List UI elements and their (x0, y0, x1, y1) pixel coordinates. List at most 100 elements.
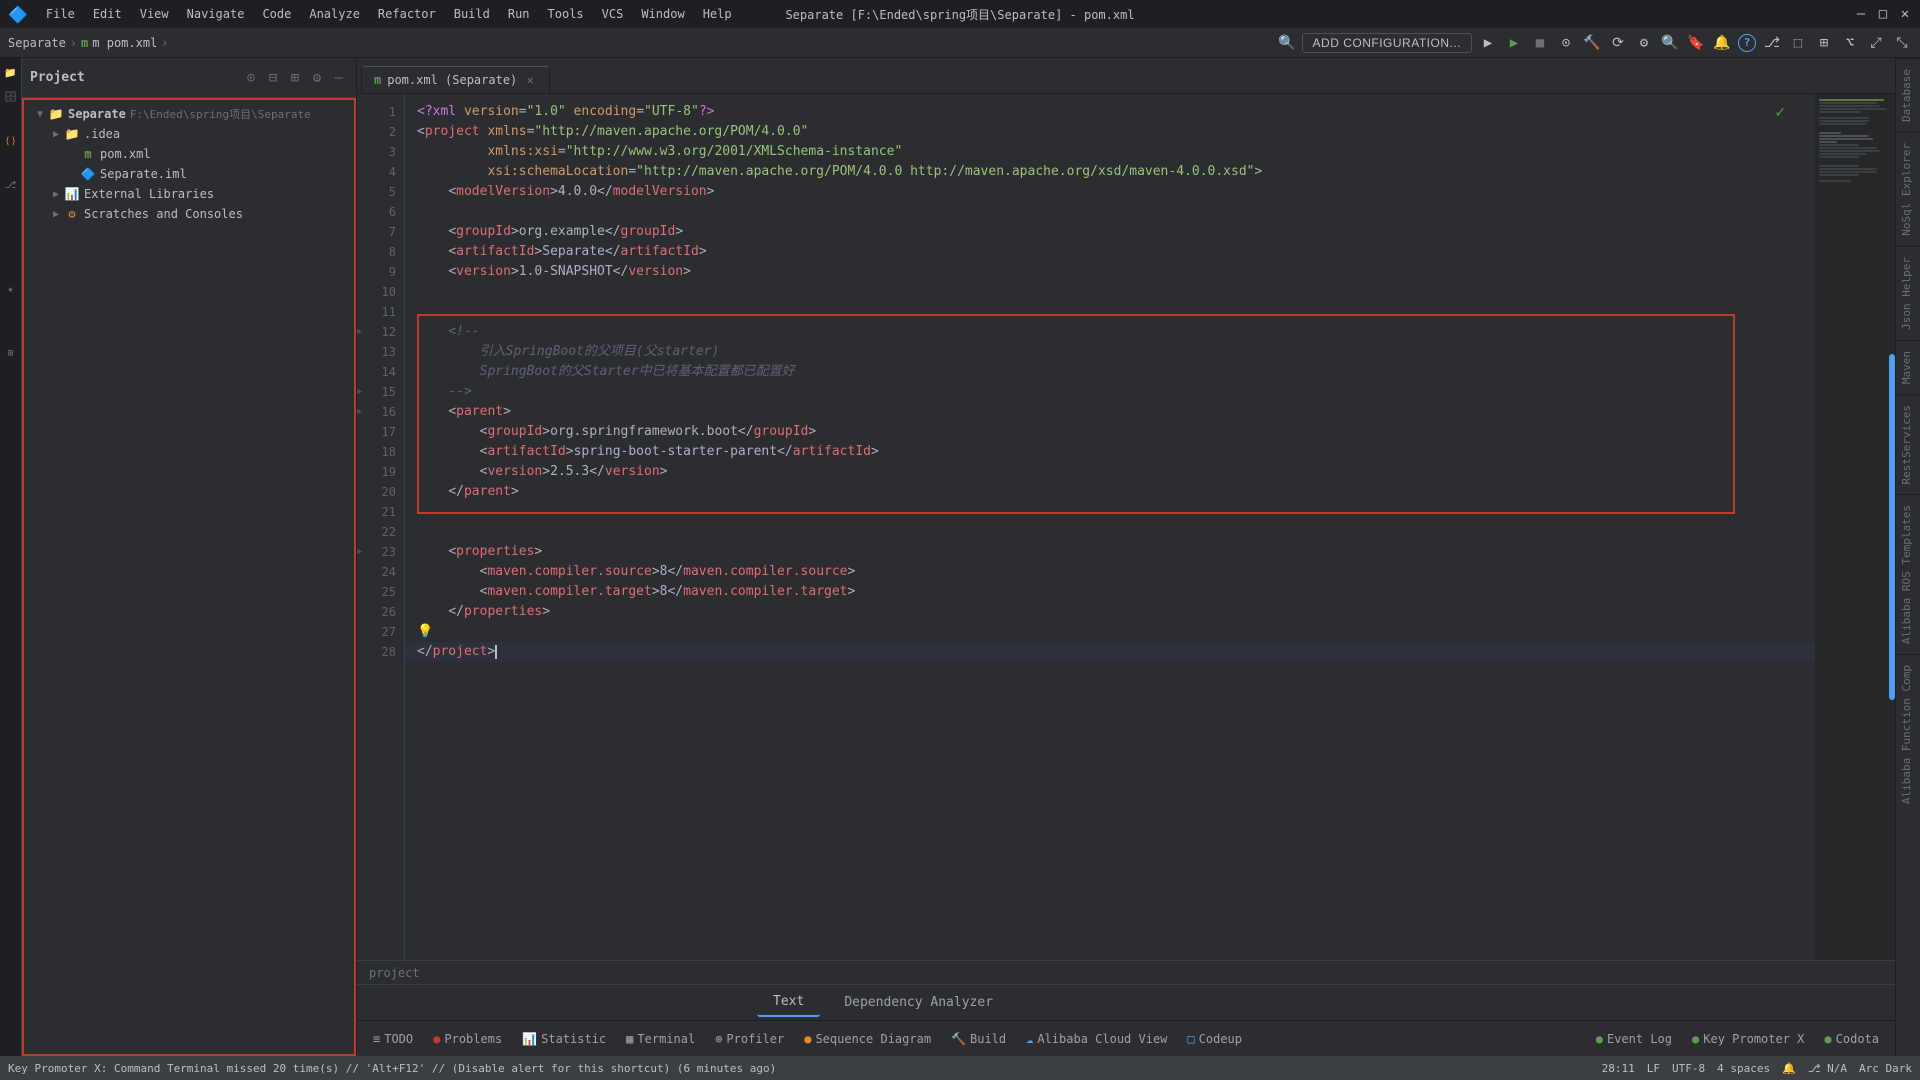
layout-icon[interactable]: ⊞ (1814, 33, 1834, 53)
coverage-icon[interactable]: ⊙ (1556, 33, 1576, 53)
codeup-tool[interactable]: □ Codeup (1179, 1029, 1250, 1049)
leetcode-sidebar-icon[interactable]: ⟨⟩ (0, 130, 22, 152)
menu-analyze[interactable]: Analyze (301, 5, 368, 23)
run-icon[interactable]: ▶ (1504, 33, 1524, 53)
tree-arrow-ext-libs[interactable]: ▶ (48, 186, 64, 202)
status-position[interactable]: 28:11 (1602, 1062, 1635, 1075)
menu-edit[interactable]: Edit (85, 5, 130, 23)
favorites-sidebar-icon[interactable]: ★ (0, 278, 22, 300)
code-line-15[interactable]: --> (405, 382, 1815, 402)
code-line-3[interactable]: xmlns:xsi="http://www.w3.org/2001/XMLSch… (405, 142, 1815, 162)
debug-icon[interactable]: ▶ (1478, 33, 1498, 53)
git-sidebar-icon[interactable]: ⎇ (0, 174, 22, 196)
right-sidebar-function[interactable]: Alibaba Function Comp (1896, 654, 1920, 814)
search-everywhere-icon[interactable]: 🔍 (1278, 35, 1295, 51)
profiler-tool[interactable]: ⊕ Profiler (707, 1029, 792, 1049)
status-git[interactable]: ⎇ N/A (1808, 1062, 1847, 1075)
menu-tools[interactable]: Tools (540, 5, 592, 23)
right-sidebar-ros[interactable]: Alibaba ROS Templates (1896, 494, 1920, 654)
bulb-icon[interactable]: 💡 (417, 622, 433, 642)
menu-view[interactable]: View (132, 5, 177, 23)
expand-icon[interactable]: ⤢ (1866, 33, 1886, 53)
key-promoter-tool[interactable]: ● Key Promoter X (1684, 1029, 1812, 1049)
code-line-24[interactable]: <maven.compiler.source>8</maven.compiler… (405, 562, 1815, 582)
menu-file[interactable]: File (38, 5, 83, 23)
menu-help[interactable]: Help (695, 5, 740, 23)
git-icon[interactable]: ⎇ (1762, 33, 1782, 53)
code-line-14[interactable]: SpringBoot的父Starter中已将基本配置都已配置好 (405, 362, 1815, 382)
statistic-tool[interactable]: 📊 Statistic (514, 1029, 614, 1049)
status-theme[interactable]: Arc Dark (1859, 1062, 1912, 1075)
code-line-5[interactable]: <modelVersion>4.0.0</modelVersion> (405, 182, 1815, 202)
database-sidebar-icon[interactable]: 🗄 (0, 86, 22, 108)
code-line-1[interactable]: <?xml version="1.0" encoding="UTF-8"?> (405, 102, 1815, 122)
code-line-26[interactable]: </properties> (405, 602, 1815, 622)
code-line-21[interactable] (405, 502, 1815, 522)
search-icon[interactable]: 🔍 (1660, 33, 1680, 53)
tab-close-pom[interactable]: ✕ (523, 73, 537, 87)
code-line-17[interactable]: <groupId>org.springframework.boot</group… (405, 422, 1815, 442)
code-line-8[interactable]: <artifactId>Separate</artifactId> (405, 242, 1815, 262)
code-content[interactable]: ✓ <?xml version="1.0" encoding="UTF-8"?>… (405, 94, 1815, 960)
code-line-2[interactable]: <project xmlns="http://maven.apache.org/… (405, 122, 1815, 142)
right-sidebar-maven[interactable]: Maven (1896, 340, 1920, 394)
tree-item-ext-libs[interactable]: ▶ 📊 External Libraries (24, 184, 354, 204)
build-icon[interactable]: 🔨 (1582, 33, 1602, 53)
minimize-button[interactable]: — (1854, 7, 1868, 21)
reload-icon[interactable]: ⟳ (1608, 33, 1628, 53)
code-line-28[interactable]: </project> (405, 642, 1815, 662)
right-sidebar-database[interactable]: Database (1896, 58, 1920, 132)
bookmark-icon[interactable]: 🔖 (1686, 33, 1706, 53)
tree-filter-icon[interactable]: ⊞ (286, 69, 304, 87)
editor-tab-pom[interactable]: m pom.xml (Separate) ✕ (361, 66, 550, 93)
terminal-tool[interactable]: ▦ Terminal (618, 1029, 703, 1049)
problems-tool[interactable]: ● Problems (425, 1029, 510, 1049)
status-indent[interactable]: 4 spaces (1717, 1062, 1770, 1075)
menu-refactor[interactable]: Refactor (370, 5, 444, 23)
help-icon[interactable]: ? (1738, 34, 1756, 52)
menu-build[interactable]: Build (446, 5, 498, 23)
minimap[interactable] (1815, 94, 1895, 960)
menu-vcs[interactable]: VCS (594, 5, 632, 23)
todo-tool[interactable]: ≡ TODO (365, 1029, 421, 1049)
sequence-diagram-tool[interactable]: ● Sequence Diagram (796, 1029, 939, 1049)
code-line-11[interactable] (405, 302, 1815, 322)
breadcrumb-project[interactable]: Separate (8, 36, 66, 50)
add-config-button[interactable]: ADD CONFIGURATION... (1302, 33, 1472, 53)
right-sidebar-nosql[interactable]: NoSql Explorer (1896, 132, 1920, 246)
notifications-icon[interactable]: 🔔 (1712, 33, 1732, 53)
status-lf[interactable]: LF (1647, 1062, 1660, 1075)
code-line-10[interactable] (405, 282, 1815, 302)
tree-sync-icon[interactable]: ⊙ (242, 69, 260, 87)
tree-item-idea[interactable]: ▶ 📁 .idea (24, 124, 354, 144)
code-line-19[interactable]: <version>2.5.3</version> (405, 462, 1815, 482)
stop-icon[interactable]: ■ (1530, 33, 1550, 53)
menu-run[interactable]: Run (500, 5, 538, 23)
tree-close-icon[interactable]: — (330, 69, 348, 87)
tree-item-pom[interactable]: ▶ m pom.xml (24, 144, 354, 164)
code-line-7[interactable]: <groupId>org.example</groupId> (405, 222, 1815, 242)
menu-window[interactable]: Window (633, 5, 692, 23)
tree-item-iml[interactable]: ▶ 🔷 Separate.iml (24, 164, 354, 184)
file-tree-content[interactable]: ▼ 📁 Separate F:\Ended\spring项目\Separate … (22, 98, 356, 1056)
code-line-25[interactable]: <maven.compiler.target>8</maven.compiler… (405, 582, 1815, 602)
restore-icon[interactable]: ⬚ (1788, 33, 1808, 53)
right-sidebar-rest[interactable]: RestServices (1896, 394, 1920, 494)
close-button[interactable]: ✕ (1898, 7, 1912, 21)
right-sidebar-json-helper[interactable]: Json Helper (1896, 246, 1920, 340)
status-encoding[interactable]: UTF-8 (1672, 1062, 1705, 1075)
code-line-27[interactable]: 💡 (405, 622, 1815, 642)
status-notifications[interactable]: 🔔 (1782, 1062, 1796, 1075)
tree-item-root[interactable]: ▼ 📁 Separate F:\Ended\spring项目\Separate (24, 104, 354, 124)
code-line-12[interactable]: <!-- (405, 322, 1815, 342)
code-line-20[interactable]: </parent> (405, 482, 1815, 502)
code-line-16[interactable]: <parent> (405, 402, 1815, 422)
build-tool[interactable]: 🔨 Build (943, 1029, 1014, 1049)
tree-item-scratches[interactable]: ▶ ⚙ Scratches and Consoles (24, 204, 354, 224)
alibaba-cloud-tool[interactable]: ☁ Alibaba Cloud View (1018, 1029, 1175, 1049)
codota-tool[interactable]: ● Codota (1816, 1029, 1887, 1049)
breadcrumb-file[interactable]: m pom.xml (92, 36, 157, 50)
tab-dependency-analyzer[interactable]: Dependency Analyzer (828, 989, 1009, 1016)
structure-sidebar-icon[interactable]: ⊞ (0, 342, 22, 364)
code-line-23[interactable]: <properties> (405, 542, 1815, 562)
